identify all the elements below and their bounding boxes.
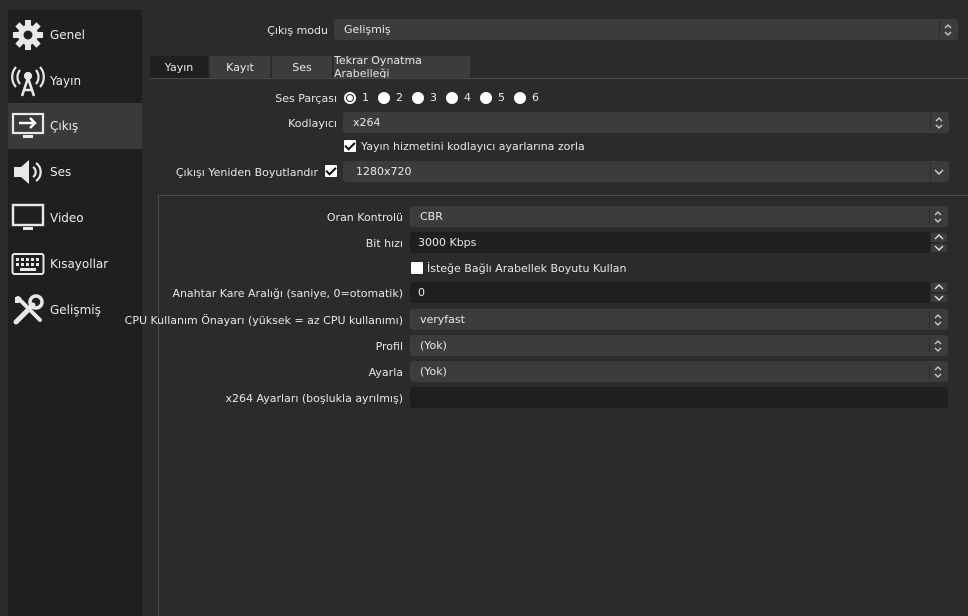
cpu-preset-label: CPU Kullanım Önayarı (yüksek = az CPU ku… — [124, 314, 403, 327]
rate-control-value: CBR — [420, 210, 443, 223]
output-monitor-icon — [10, 108, 46, 144]
audio-track-radio-group: 1 2 3 4 5 6 — [344, 91, 548, 104]
radio-label: 6 — [532, 91, 539, 104]
monitor-icon — [10, 200, 46, 236]
x264-options-label: x264 Ayarları (boşlukla ayrılmış) — [225, 392, 403, 405]
custom-buffer-label: İsteğe Bağlı Arabellek Boyutu Kullan — [427, 262, 627, 275]
chevron-down-icon — [934, 245, 944, 251]
updown-arrow-icon — [929, 363, 946, 380]
audio-track-radio-4[interactable]: 4 — [446, 91, 471, 104]
tune-value: (Yok) — [420, 365, 447, 378]
custom-buffer-checkbox[interactable] — [411, 262, 423, 274]
tab-replay-buffer[interactable]: Tekrar Oynatma Arabelleği — [334, 54, 470, 80]
tune-select[interactable]: (Yok) — [410, 361, 948, 382]
keyframe-label: Anahtar Kare Aralığı (saniye, 0=otomatik… — [172, 287, 403, 300]
tune-label: Ayarla — [368, 366, 403, 379]
rescale-resolution-select[interactable]: 1280x720 — [343, 161, 949, 182]
radio-dot — [344, 91, 356, 104]
bitrate-spinbox[interactable]: 3000 Kbps — [410, 232, 948, 253]
broadcast-antenna-icon — [10, 63, 46, 99]
spin-down-button[interactable] — [930, 242, 948, 253]
output-mode-value: Gelişmiş — [344, 23, 391, 36]
sidebar-item-label: Yayın — [50, 74, 82, 88]
output-mode-label: Çıkış modu — [267, 24, 328, 37]
sidebar-item-label: Ses — [50, 165, 72, 179]
radio-dot — [412, 91, 424, 104]
radio-label: 1 — [362, 91, 369, 104]
updown-arrow-icon — [939, 21, 956, 38]
spin-down-button[interactable] — [930, 292, 948, 303]
sidebar-item-hotkeys[interactable]: Kısayollar — [8, 241, 142, 287]
radio-dot — [378, 91, 390, 104]
profile-label: Profil — [375, 340, 403, 353]
chevron-up-icon — [934, 284, 944, 290]
audio-track-radio-2[interactable]: 2 — [378, 91, 403, 104]
sidebar-item-output[interactable]: Çıkış — [8, 103, 142, 149]
tab-stream[interactable]: Yayın — [150, 56, 208, 78]
enforce-checkbox[interactable] — [344, 140, 356, 152]
audio-track-label: Ses Parçası — [275, 92, 337, 105]
updown-arrow-icon — [929, 337, 946, 354]
settings-sidebar: Genel Yayın Çıkış Ses Video Kısayollar G… — [8, 10, 142, 616]
sidebar-item-audio[interactable]: Ses — [8, 149, 142, 195]
radio-dot — [514, 91, 526, 104]
sidebar-item-label: Gelişmiş — [50, 303, 101, 317]
sidebar-item-label: Kısayollar — [50, 257, 109, 271]
sidebar-item-stream[interactable]: Yayın — [8, 58, 142, 104]
sidebar-item-label: Video — [50, 211, 84, 225]
profile-value: (Yok) — [420, 339, 447, 352]
radio-label: 5 — [498, 91, 505, 104]
speaker-icon — [10, 154, 46, 190]
audio-track-radio-1[interactable]: 1 — [344, 91, 369, 104]
chevron-up-icon — [934, 234, 944, 240]
encoder-value: x264 — [353, 116, 381, 129]
chevron-down-icon — [930, 163, 947, 180]
keyframe-spinbox[interactable]: 0 — [410, 282, 948, 303]
profile-select[interactable]: (Yok) — [410, 335, 948, 356]
tab-audio[interactable]: Ses — [272, 56, 332, 78]
output-tabs: Yayın Kayıt Ses Tekrar Oynatma Arabelleğ… — [150, 54, 472, 80]
encoder-select[interactable]: x264 — [343, 112, 949, 133]
sidebar-item-label: Genel — [50, 28, 86, 42]
keyframe-value: 0 — [418, 286, 425, 299]
x264-options-input[interactable] — [410, 387, 948, 408]
tab-recording[interactable]: Kayıt — [210, 56, 270, 78]
chevron-down-icon — [934, 295, 944, 301]
rescale-label: Çıkışı Yeniden Boyutlandır — [175, 166, 318, 179]
sidebar-item-video[interactable]: Video — [8, 195, 142, 241]
bitrate-value: 3000 Kbps — [418, 236, 477, 249]
rescale-value: 1280x720 — [356, 165, 412, 178]
radio-label: 2 — [396, 91, 403, 104]
keyboard-icon — [10, 246, 46, 282]
spin-up-button[interactable] — [930, 232, 948, 243]
audio-track-radio-6[interactable]: 6 — [514, 91, 539, 104]
sidebar-item-general[interactable]: Genel — [8, 12, 142, 58]
rescale-checkbox[interactable] — [325, 165, 337, 177]
updown-arrow-icon — [930, 114, 947, 131]
updown-arrow-icon — [929, 208, 946, 225]
radio-label: 3 — [430, 91, 437, 104]
gear-icon — [10, 17, 46, 53]
updown-arrow-icon — [929, 311, 946, 328]
spin-up-button[interactable] — [930, 282, 948, 293]
tools-icon — [10, 292, 46, 328]
cpu-preset-select[interactable]: veryfast — [410, 309, 948, 330]
cpu-preset-value: veryfast — [420, 313, 465, 326]
sidebar-item-label: Çıkış — [50, 119, 79, 133]
audio-track-radio-5[interactable]: 5 — [480, 91, 505, 104]
encoder-label: Kodlayıcı — [288, 117, 337, 130]
sidebar-item-advanced[interactable]: Gelişmiş — [8, 287, 142, 333]
radio-dot — [480, 91, 492, 104]
output-mode-select[interactable]: Gelişmiş — [334, 19, 958, 40]
enforce-label: Yayın hizmetini kodlayıcı ayarlarına zor… — [361, 140, 585, 153]
rate-control-label: Oran Kontrolü — [326, 211, 403, 224]
rate-control-select[interactable]: CBR — [410, 206, 948, 227]
tab-divider — [150, 78, 968, 79]
radio-dot — [446, 91, 458, 104]
audio-track-radio-3[interactable]: 3 — [412, 91, 437, 104]
bitrate-label: Bit hızı — [365, 237, 403, 250]
radio-label: 4 — [464, 91, 471, 104]
